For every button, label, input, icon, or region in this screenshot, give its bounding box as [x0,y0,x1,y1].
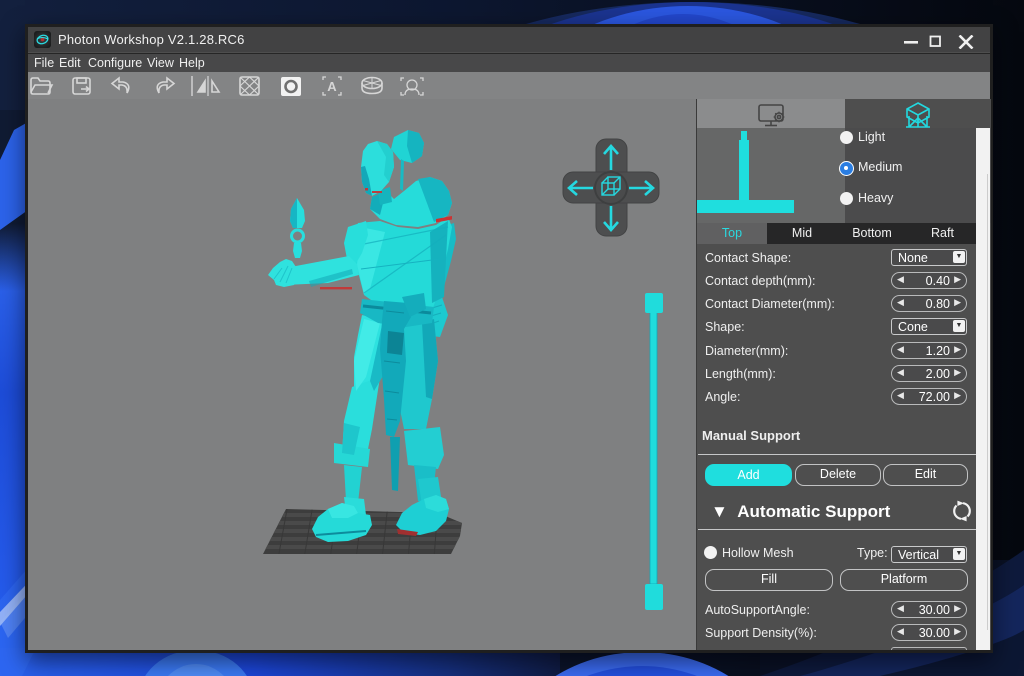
svg-text:A: A [327,79,337,94]
